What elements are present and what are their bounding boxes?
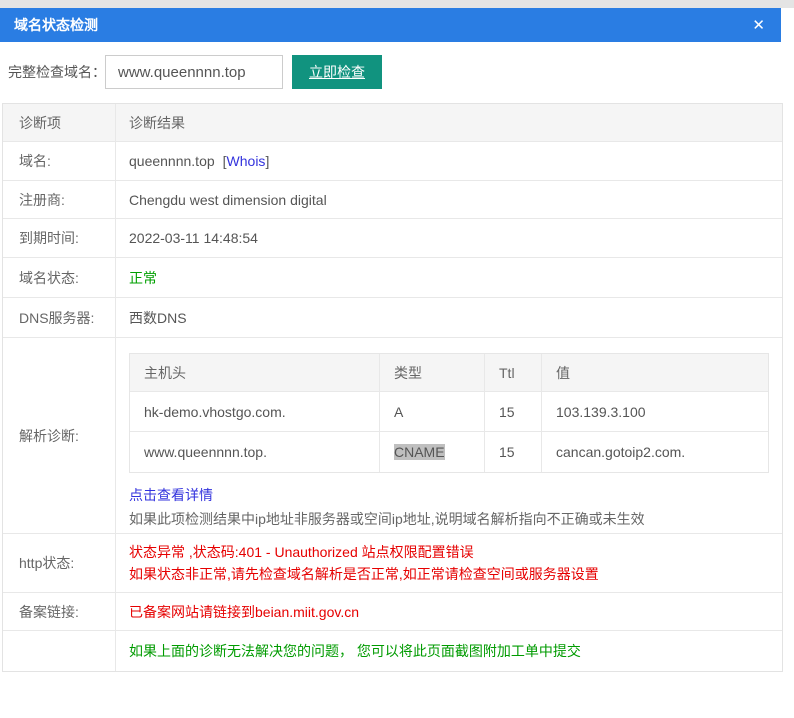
dns-records-table: 主机头 类型 Ttl 值 hk-demo.vhostgo.com. A 15 1… [129, 353, 769, 473]
dns-record-host: www.queennnn.top. [130, 432, 380, 472]
dns-header-type: 类型 [380, 354, 485, 391]
registrar-label: 注册商: [3, 181, 116, 218]
http-status-label: http状态: [3, 534, 116, 592]
header-item: 诊断项 [3, 104, 116, 141]
domain-status-label: 域名状态: [3, 258, 116, 297]
dns-header-host: 主机头 [130, 354, 380, 391]
dns-record-ttl: 15 [485, 392, 542, 431]
http-status-line2: 如果状态非正常,请先检查域名解析是否正常,如正常请检查空间或服务器设置 [129, 563, 599, 585]
check-now-button-label: 立即检查 [309, 64, 365, 80]
footer-empty-label [3, 631, 116, 671]
dns-label: DNS服务器: [3, 298, 116, 337]
domain-status-value: 正常 [129, 268, 157, 288]
http-status-line1: 状态异常 ,状态码:401 - Unauthorized 站点权限配置错误 [129, 541, 474, 563]
dns-record-row: www.queennnn.top. CNAME 15 cancan.gotoip… [130, 432, 768, 472]
check-now-button[interactable]: 立即检查 [292, 55, 382, 89]
table-row-expire: 到期时间: 2022-03-11 14:48:54 [3, 219, 782, 258]
dns-value: 西数DNS [116, 298, 782, 337]
domain-input-label: 完整检查域名： [8, 55, 106, 89]
view-details-link[interactable]: 点击查看详情 [129, 485, 213, 505]
dns-record-type: A [380, 392, 485, 431]
domain-label: 域名: [3, 142, 116, 180]
dns-header-ttl: Ttl [485, 354, 542, 391]
registrar-value: Chengdu west dimension digital [116, 181, 782, 218]
dialog-titlebar: 域名状态检测 ✕ [0, 8, 781, 42]
whois-bracket-close: ] [265, 153, 269, 169]
footer-tip-text: 如果上面的诊断无法解决您的问题， 您可以将此页面截图附加工单中提交 [129, 641, 581, 661]
beian-link[interactable]: beian.miit.gov.cn [255, 604, 359, 620]
table-row-resolve: 解析诊断: 主机头 类型 Ttl 值 hk-demo.vhostgo.com. … [3, 338, 782, 534]
header-result: 诊断结果 [116, 104, 782, 141]
table-row-http-status: http状态: 状态异常 ,状态码:401 - Unauthorized 站点权… [3, 534, 782, 593]
whois-link[interactable]: Whois [227, 153, 266, 169]
beian-label: 备案链接: [3, 593, 116, 630]
dialog-title: 域名状态检测 [14, 15, 98, 35]
table-row-registrar: 注册商: Chengdu west dimension digital [3, 181, 782, 219]
domain-input[interactable] [105, 55, 283, 89]
dns-record-host: hk-demo.vhostgo.com. [130, 392, 380, 431]
dns-records-header-row: 主机头 类型 Ttl 值 [130, 354, 768, 392]
resolve-note: 如果此项检测结果中ip地址非服务器或空间ip地址,说明域名解析指向不正确或未生效 [129, 509, 645, 529]
resolve-label: 解析诊断: [3, 338, 116, 533]
table-row-domain-status: 域名状态: 正常 [3, 258, 782, 298]
expire-value: 2022-03-11 14:48:54 [116, 219, 782, 257]
table-row-footer-tip: 如果上面的诊断无法解决您的问题， 您可以将此页面截图附加工单中提交 [3, 631, 782, 671]
dns-record-value: 103.139.3.100 [542, 392, 768, 431]
table-row-domain: 域名: queennnn.top [Whois] [3, 142, 782, 181]
dns-header-value: 值 [542, 354, 768, 391]
table-row-beian: 备案链接: 已备案网站请链接到 beian.miit.gov.cn [3, 593, 782, 631]
beian-text: 已备案网站请链接到 [129, 602, 255, 622]
dns-record-ttl: 15 [485, 432, 542, 472]
dns-record-type-selected: CNAME [394, 444, 445, 460]
domain-value: queennnn.top [129, 153, 215, 169]
close-icon[interactable]: ✕ [752, 18, 765, 33]
diagnosis-table: 诊断项 诊断结果 域名: queennnn.top [Whois] 注册商: C… [2, 103, 783, 672]
dns-record-row: hk-demo.vhostgo.com. A 15 103.139.3.100 [130, 392, 768, 432]
table-row-dns: DNS服务器: 西数DNS [3, 298, 782, 338]
expire-label: 到期时间: [3, 219, 116, 257]
page-top-strip [0, 0, 794, 8]
table-header-row: 诊断项 诊断结果 [3, 104, 782, 142]
dns-record-value: cancan.gotoip2.com. [542, 432, 768, 472]
